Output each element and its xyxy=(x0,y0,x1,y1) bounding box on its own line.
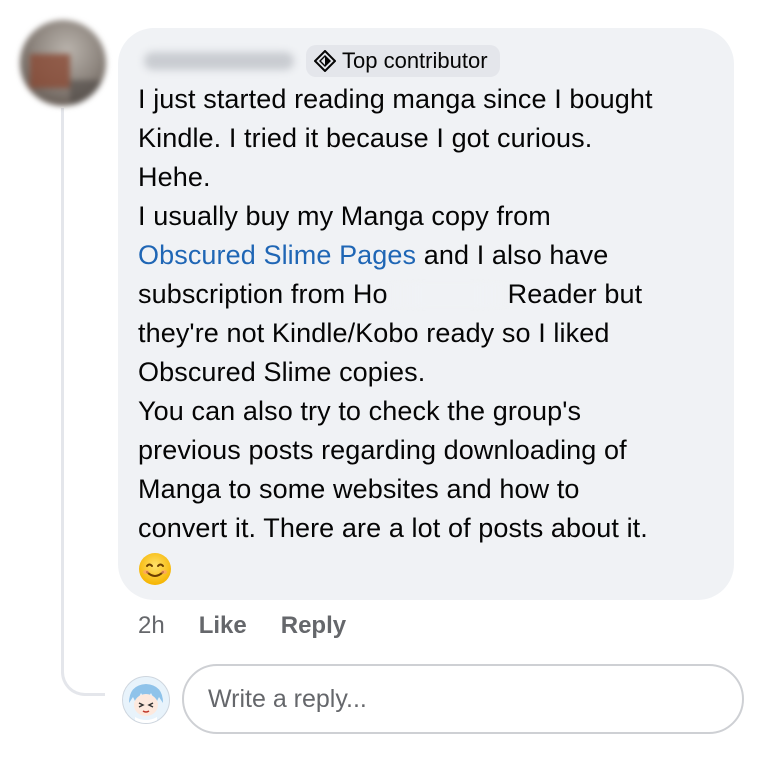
comment-line-tail: and I also have xyxy=(416,240,609,270)
like-button[interactable]: Like xyxy=(199,612,247,640)
comment-body: I just started reading manga since I bou… xyxy=(138,80,714,597)
comment-line-redacted: subscription from Ho Reader but xyxy=(138,275,714,314)
comment-timestamp[interactable]: 2h xyxy=(138,612,165,640)
smiling-face-emoji-icon xyxy=(139,553,171,585)
comment-line-with-link: Obscured Slime Pages and I also have xyxy=(138,236,714,275)
comment-actions: 2h Like Reply xyxy=(138,612,380,640)
comment-line: they're not Kindle/Kobo ready so I liked xyxy=(138,318,610,348)
comment-thread: Top contributor I just started reading m… xyxy=(0,0,768,780)
comment-line: You can also try to check the group's xyxy=(138,396,582,426)
comment-line: previous posts regarding downloading of xyxy=(138,435,627,465)
obscured-slime-pages-link[interactable]: Obscured Slime Pages xyxy=(138,240,416,270)
commenter-name-redacted[interactable] xyxy=(144,52,294,70)
comment-line: I just started reading manga since I bou… xyxy=(138,84,653,114)
subscription-text-end: Reader but xyxy=(507,279,643,309)
top-contributor-badge[interactable]: Top contributor xyxy=(306,45,500,77)
reply-input[interactable] xyxy=(182,664,744,734)
comment-line: Hehe. xyxy=(138,162,211,192)
avatar-shadow-detail xyxy=(70,80,100,104)
badge-label: Top contributor xyxy=(342,48,488,73)
comment-bubble: Top contributor I just started reading m… xyxy=(118,28,734,600)
comment-line: I usually buy my Manga copy from xyxy=(138,201,551,231)
current-user-avatar[interactable] xyxy=(122,676,170,724)
anime-character-avatar-icon xyxy=(123,677,169,723)
reply-button[interactable]: Reply xyxy=(281,612,346,640)
comment-line: convert it. There are a lot of posts abo… xyxy=(138,513,648,543)
thread-connector-line xyxy=(61,108,105,696)
comment-line: Kindle. I tried it because I got curious… xyxy=(138,123,593,153)
avatar-background-detail xyxy=(30,54,70,88)
commenter-avatar[interactable] xyxy=(20,20,106,106)
comment-header: Top contributor xyxy=(136,44,714,78)
comment-line: Obscured Slime copies. xyxy=(138,357,426,387)
diamond-badge-icon xyxy=(314,50,336,72)
redacted-service-name xyxy=(387,283,508,307)
subscription-text-start: subscription from Ho xyxy=(138,279,388,309)
comment-line: Manga to some websites and how to xyxy=(138,474,580,504)
